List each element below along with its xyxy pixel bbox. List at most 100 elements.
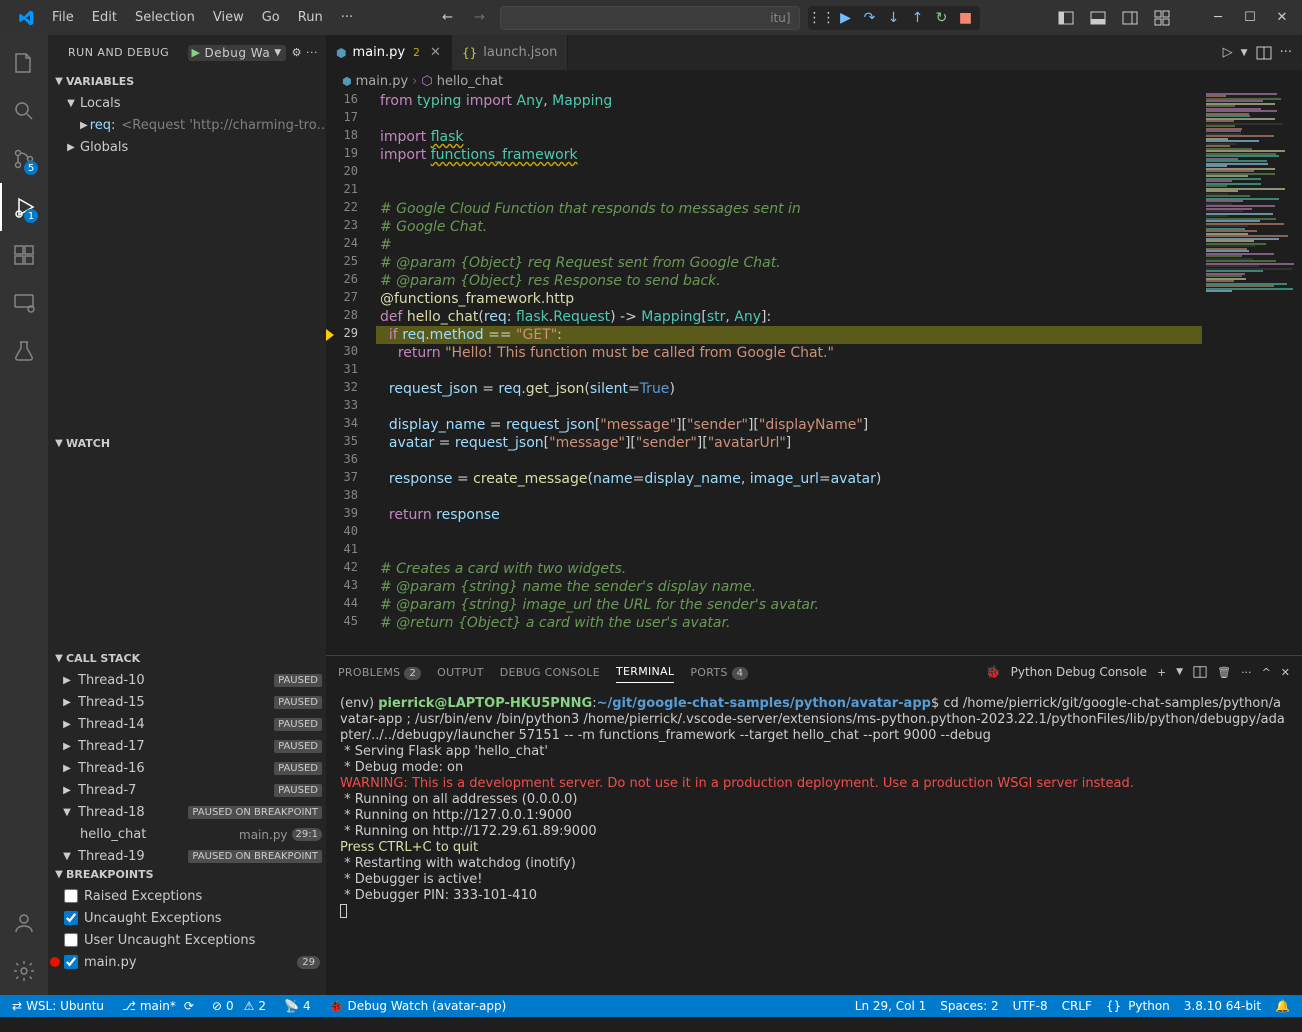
checkbox[interactable]	[64, 955, 78, 969]
section-breakpoints[interactable]: ▼BREAKPOINTS	[48, 863, 326, 885]
debug-step-out-icon[interactable]: ↑	[908, 8, 928, 28]
window-minimize-icon[interactable]: ─	[1206, 6, 1230, 30]
run-config-select[interactable]: ▶ Debug Wa ▼	[188, 45, 286, 61]
command-center[interactable]: itu]	[500, 6, 800, 30]
variable-req[interactable]: ▶req:<Request 'http://charming-tro…	[48, 114, 326, 136]
callstack-frame[interactable]: hello_chatmain.py29:1	[48, 824, 326, 846]
callstack-thread[interactable]: ▶Thread-14PAUSED	[48, 714, 326, 736]
activity-search-icon[interactable]	[0, 87, 48, 135]
bp-raised[interactable]: Raised Exceptions	[48, 885, 326, 907]
debug-stop-icon[interactable]: ■	[956, 8, 976, 28]
status-lang[interactable]: {}Python	[1102, 999, 1174, 1013]
trash-icon[interactable]: 🗑	[1217, 666, 1231, 679]
close-icon[interactable]: ✕	[430, 45, 441, 60]
status-interpreter[interactable]: 3.8.10 64-bit	[1180, 999, 1265, 1013]
callstack-thread[interactable]: ▶Thread-17PAUSED	[48, 736, 326, 758]
callstack-thread[interactable]: ▼Thread-18PAUSED ON BREAKPOINT	[48, 802, 326, 824]
split-terminal-icon[interactable]	[1193, 665, 1207, 679]
panel: PROBLEMS2 OUTPUT DEBUG CONSOLE TERMINAL …	[326, 655, 1302, 995]
locals-scope[interactable]: ▼Locals	[48, 92, 326, 114]
status-eol[interactable]: CRLF	[1058, 999, 1096, 1013]
minimap[interactable]	[1202, 92, 1302, 655]
menu-go[interactable]: Go	[254, 6, 288, 29]
layout-sidebar-right-icon[interactable]	[1118, 6, 1142, 30]
status-ports[interactable]: 📡4	[280, 995, 315, 1017]
debug-step-over-icon[interactable]: ↷	[860, 8, 880, 28]
chevron-down-icon[interactable]: ▼	[1176, 667, 1183, 677]
split-editor-icon[interactable]	[1256, 45, 1272, 61]
activity-explorer-icon[interactable]	[0, 39, 48, 87]
ptab-output[interactable]: OUTPUT	[437, 662, 484, 683]
callstack-thread[interactable]: ▶Thread-15PAUSED	[48, 692, 326, 714]
status-ln-col[interactable]: Ln 29, Col 1	[851, 999, 931, 1013]
section-variables[interactable]: ▼VARIABLES	[48, 70, 326, 92]
gear-icon[interactable]: ⚙	[292, 46, 302, 59]
menu-more-icon[interactable]: ···	[333, 6, 361, 29]
terminal-select[interactable]: Python Debug Console	[1011, 665, 1147, 679]
tab-main-py[interactable]: ⬢ main.py 2 ✕	[326, 35, 452, 70]
layout-sidebar-left-icon[interactable]	[1054, 6, 1078, 30]
debug-continue-icon[interactable]: ▶	[836, 8, 856, 28]
maximize-panel-icon[interactable]: ^	[1262, 666, 1271, 679]
activity-extensions-icon[interactable]	[0, 231, 48, 279]
menu-file[interactable]: File	[44, 6, 82, 29]
checkbox[interactable]	[64, 933, 78, 947]
chevron-down-icon[interactable]: ▼	[1241, 48, 1248, 58]
more-icon[interactable]: ···	[1280, 45, 1292, 60]
editor-body[interactable]: 1617181920212223242526272829303132333435…	[326, 92, 1302, 655]
terminal-output[interactable]: (env) pierrick@LAPTOP-HKU5PNNG:~/git/goo…	[326, 688, 1302, 995]
callstack-thread[interactable]: ▼Thread-19PAUSED ON BREAKPOINT	[48, 846, 326, 864]
tab-launch-json[interactable]: {} launch.json	[452, 35, 568, 70]
nav-back-icon[interactable]: ←	[436, 6, 460, 30]
layout-panel-icon[interactable]	[1086, 6, 1110, 30]
activity-settings-icon[interactable]	[0, 947, 48, 995]
globals-scope[interactable]: ▶Globals	[48, 136, 326, 158]
close-panel-icon[interactable]: ✕	[1281, 666, 1290, 679]
window-maximize-icon[interactable]: ☐	[1238, 6, 1262, 30]
layout-customize-icon[interactable]	[1150, 6, 1174, 30]
section-callstack[interactable]: ▼CALL STACK	[48, 648, 326, 670]
debug-restart-icon[interactable]: ↻	[932, 8, 952, 28]
bp-file[interactable]: main.py29	[48, 951, 326, 973]
bp-user-uncaught[interactable]: User Uncaught Exceptions	[48, 929, 326, 951]
breadcrumb[interactable]: ⬢ main.py › ⬡ hello_chat	[326, 70, 1302, 92]
sync-icon[interactable]: ⟳	[184, 999, 194, 1013]
status-encoding[interactable]: UTF-8	[1009, 999, 1052, 1013]
debug-step-into-icon[interactable]: ↓	[884, 8, 904, 28]
new-terminal-icon[interactable]: +	[1157, 666, 1166, 679]
status-errors[interactable]: ⊘0⚠2	[208, 995, 270, 1017]
more-icon[interactable]: ···	[1241, 666, 1252, 679]
ptab-problems[interactable]: PROBLEMS2	[338, 662, 421, 683]
menu-run[interactable]: Run	[290, 6, 331, 29]
checkbox[interactable]	[64, 889, 78, 903]
activity-account-icon[interactable]	[0, 899, 48, 947]
debug-drag-icon[interactable]: ⋮⋮	[812, 8, 832, 28]
menu-selection[interactable]: Selection	[127, 6, 203, 29]
bp-uncaught[interactable]: Uncaught Exceptions	[48, 907, 326, 929]
status-branch[interactable]: ⎇main*⟳	[118, 995, 198, 1017]
status-notifications-icon[interactable]: 🔔	[1271, 999, 1294, 1013]
activity-run-debug-icon[interactable]: 1	[0, 183, 48, 231]
menu-view[interactable]: View	[205, 6, 252, 29]
gutter[interactable]: 1617181920212223242526272829303132333435…	[326, 92, 376, 655]
menu-edit[interactable]: Edit	[84, 6, 125, 29]
more-icon[interactable]: ···	[306, 46, 318, 59]
ptab-ports[interactable]: PORTS4	[690, 662, 748, 683]
ptab-debug-console[interactable]: DEBUG CONSOLE	[500, 662, 600, 683]
status-remote[interactable]: ⇄WSL: Ubuntu	[8, 995, 108, 1017]
remote-icon: ⇄	[12, 999, 22, 1013]
callstack-thread[interactable]: ▶Thread-7PAUSED	[48, 780, 326, 802]
run-icon[interactable]: ▷	[1223, 45, 1233, 60]
checkbox[interactable]	[64, 911, 78, 925]
activity-scm-icon[interactable]: 5	[0, 135, 48, 183]
window-close-icon[interactable]: ✕	[1270, 6, 1294, 30]
activity-remote-icon[interactable]	[0, 279, 48, 327]
status-spaces[interactable]: Spaces: 2	[936, 999, 1002, 1013]
callstack-thread[interactable]: ▶Thread-16PAUSED	[48, 758, 326, 780]
code-area[interactable]: from typing import Any, Mappingimport fl…	[376, 92, 1202, 655]
section-watch[interactable]: ▼WATCH	[48, 432, 326, 454]
callstack-thread[interactable]: ▶Thread-10PAUSED	[48, 670, 326, 692]
activity-testing-icon[interactable]	[0, 327, 48, 375]
status-debug[interactable]: 🐞Debug Watch (avatar-app)	[325, 995, 511, 1017]
ptab-terminal[interactable]: TERMINAL	[616, 661, 674, 683]
